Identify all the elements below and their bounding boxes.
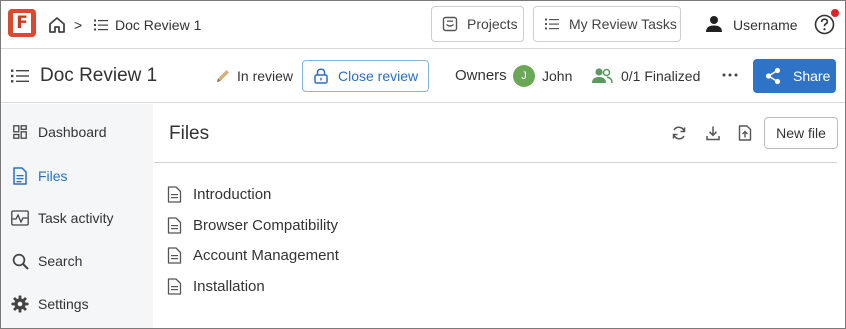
lock-icon xyxy=(314,68,328,84)
sidebar-item-label: Task activity xyxy=(38,210,114,226)
page-title: Files xyxy=(169,123,210,144)
owners-label: Owners xyxy=(455,67,507,84)
review-status: In review xyxy=(237,68,294,84)
user-icon[interactable] xyxy=(704,14,724,34)
main-content: Files New file Introduction Browser Comp… xyxy=(153,104,845,328)
breadcrumb-current[interactable]: Doc Review 1 xyxy=(115,17,201,33)
more-options-icon[interactable] xyxy=(720,67,740,83)
owner-name: John xyxy=(542,68,573,84)
file-icon xyxy=(11,167,29,185)
pencil-icon xyxy=(217,70,229,82)
file-list-item[interactable]: Installation xyxy=(167,274,265,298)
projects-button[interactable]: Projects xyxy=(431,6,524,42)
projects-icon xyxy=(442,16,458,32)
logo-letter: F xyxy=(13,13,31,33)
sidebar-item-files[interactable]: Files xyxy=(1,158,153,194)
download-icon[interactable] xyxy=(705,125,721,141)
file-list-item[interactable]: Account Management xyxy=(167,243,339,267)
document-icon xyxy=(167,277,182,295)
my-review-tasks-label: My Review Tasks xyxy=(569,16,677,32)
divider xyxy=(154,162,837,163)
close-review-label: Close review xyxy=(338,68,419,84)
notification-dot xyxy=(831,9,839,17)
sidebar-item-settings[interactable]: Settings xyxy=(1,286,153,322)
file-name: Account Management xyxy=(193,246,339,264)
sidebar-item-label: Search xyxy=(38,253,83,269)
breadcrumb-separator: > xyxy=(74,17,83,33)
avatar[interactable]: J xyxy=(513,65,535,87)
document-icon xyxy=(167,185,182,203)
sidebar-item-search[interactable]: Search xyxy=(1,243,153,279)
list-icon xyxy=(545,18,559,30)
list-icon xyxy=(94,19,108,31)
document-icon xyxy=(167,216,182,234)
gear-icon xyxy=(11,295,29,313)
file-name: Installation xyxy=(193,277,265,295)
sidebar-item-dashboard[interactable]: Dashboard xyxy=(1,114,153,150)
share-icon xyxy=(765,67,781,85)
sidebar-item-label: Settings xyxy=(38,296,89,312)
home-icon[interactable] xyxy=(47,15,67,35)
file-list-item[interactable]: Browser Compatibility xyxy=(167,213,338,237)
document-title: Doc Review 1 xyxy=(40,65,158,86)
close-review-button[interactable]: Close review xyxy=(302,60,429,92)
dashboard-icon xyxy=(11,123,29,141)
new-file-button[interactable]: New file xyxy=(764,117,838,149)
document-bar: Doc Review 1 In review Close review Owne… xyxy=(1,49,845,103)
file-name: Browser Compatibility xyxy=(193,216,339,234)
upload-file-icon[interactable] xyxy=(737,125,753,141)
share-button[interactable]: Share xyxy=(753,59,836,93)
app-window: F > Doc Review 1 Projects My Review Task… xyxy=(0,0,846,329)
sidebar-item-label: Dashboard xyxy=(38,124,107,140)
sidebar: Dashboard Files Task activity Search Set… xyxy=(1,104,153,328)
search-icon xyxy=(11,252,29,270)
activity-icon xyxy=(11,209,29,227)
top-bar: F > Doc Review 1 Projects My Review Task… xyxy=(1,1,845,49)
group-users-icon xyxy=(592,68,613,84)
my-review-tasks-button[interactable]: My Review Tasks xyxy=(533,6,681,42)
projects-label: Projects xyxy=(467,16,518,32)
sidebar-item-task-activity[interactable]: Task activity xyxy=(1,200,153,236)
question-circle-icon[interactable] xyxy=(814,14,835,35)
refresh-icon[interactable] xyxy=(671,125,687,141)
share-label: Share xyxy=(793,68,831,84)
document-icon xyxy=(167,246,182,264)
menu-list-icon[interactable] xyxy=(11,68,29,84)
app-logo[interactable]: F xyxy=(8,9,36,37)
file-list-item[interactable]: Introduction xyxy=(167,182,271,206)
sidebar-item-label: Files xyxy=(38,168,68,184)
username[interactable]: Username xyxy=(733,17,798,33)
file-name: Introduction xyxy=(193,185,272,203)
finalized-count: 0/1 Finalized xyxy=(621,68,701,84)
